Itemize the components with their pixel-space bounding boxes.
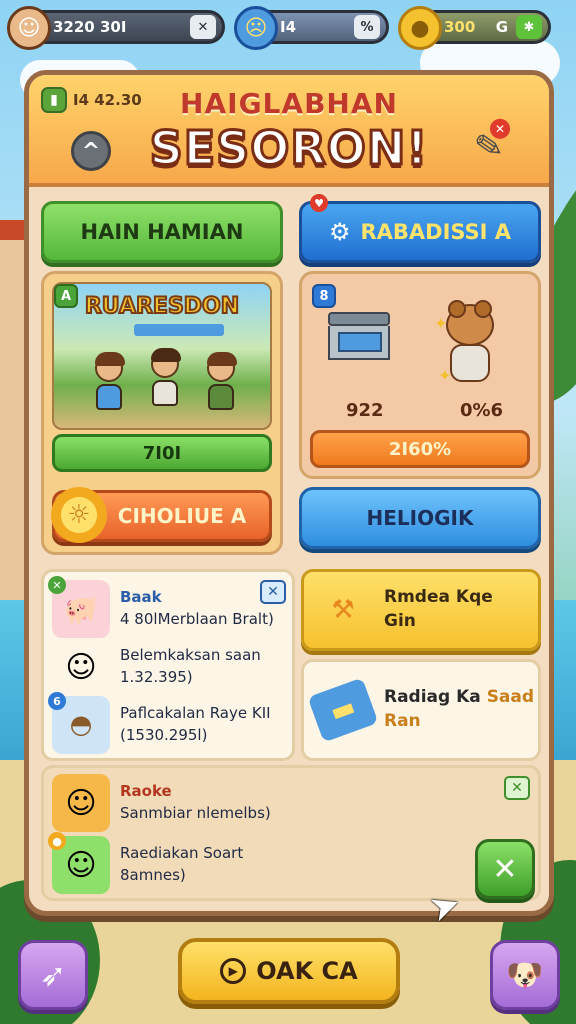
player-avatar-icon: ☺ (7, 6, 51, 50)
list-item[interactable]: ● ☺ Raediakan Soart 8amnes) (48, 832, 244, 894)
poster-title: RUARESDON (84, 293, 240, 320)
player-close-button[interactable]: ✕ (190, 15, 216, 39)
shop-card-right: 8 ✦ ✦ 922 0%6 2I60% (299, 271, 541, 479)
option-hammer-line2: Gin (384, 611, 416, 631)
list-item-title: Raoke (120, 782, 172, 801)
pet-icon[interactable]: 🐶 (490, 940, 560, 1010)
option-tape-accent: Saad (486, 687, 535, 708)
list-item-detail: 4 80lMerblaan Bralt) (120, 610, 274, 628)
sparkle-icon: ✦ (438, 366, 452, 385)
close-icon[interactable]: ✕ (504, 776, 530, 800)
option-tape-line2: Ran (384, 711, 421, 731)
list-item[interactable]: ☺ Belemkaksan saan 1.32.395) (52, 638, 261, 696)
player-value: 3220 30I (53, 18, 127, 36)
panel-header: ▮ I4 42.30 HAIGLABHAN SESORON! ^ ✎ ✕ (29, 75, 549, 187)
shop-progress-bar: 2I60% (310, 430, 530, 468)
quest-list: ✕ ✕ 🐖 Baak 4 80lMerblaan Bralt) ☺ Belemka… (41, 569, 295, 761)
event-poster[interactable]: RUARESDON (52, 282, 272, 430)
option-hammer-line1: Rmdea Kqe (384, 587, 493, 608)
character-face-icon: ☺ (52, 638, 110, 696)
sparkle-icon: ✦ (434, 314, 448, 333)
character-card-icon: ☺ (52, 774, 110, 832)
shop-stall-icon (328, 312, 390, 372)
pig-icon: ✕ 🐖 (48, 576, 110, 638)
energy-pill[interactable]: ☹ I4 % (234, 6, 389, 50)
shop-value-right: 0%6 (460, 400, 504, 421)
option-tape-line1: Radiag Ka (384, 687, 481, 708)
list-item-title: Paflcakalan Raye KII (120, 704, 271, 723)
list-item-title: Belemkaksan saan (120, 646, 261, 665)
main-panel: ▮ I4 42.30 HAIGLABHAN SESORON! ^ ✎ ✕ HAI… (24, 70, 554, 916)
reward-list: ✕ ☺ Raoke Sanmbiar nlemelbs) ● ☺ Raediaka… (41, 765, 541, 901)
character-kid-1 (92, 352, 126, 410)
continue-button[interactable]: ☼ CIHOLIUE A (51, 487, 272, 543)
paper-plane-icon[interactable]: ➶ (18, 940, 88, 1010)
gold-value: 300 (444, 18, 476, 36)
pencil-icon[interactable]: ✎ ✕ (464, 118, 515, 173)
list-item-detail: Sanmbiar nlemelbs) (120, 804, 271, 822)
main-action-label: OAK CA (256, 957, 358, 985)
poster-ribbon (134, 324, 224, 336)
character-card-icon: ● ☺ (48, 832, 110, 894)
confirm-x-button[interactable]: ✕ (475, 839, 535, 899)
list-item[interactable]: ✕ 🐖 Baak 4 80lMerblaan Bralt) (48, 576, 274, 638)
gear-icon: ⚙ (328, 218, 351, 246)
continue-button-label: CIHOLIUE A (117, 504, 247, 528)
play-icon: ▶ (220, 958, 247, 984)
tab-right[interactable]: ♥ ⚙ RABADISSI A (299, 194, 541, 263)
top-resource-bar: ☺ 3220 30I ✕ ☹ I4 % ● 300 G ✱ (7, 6, 566, 50)
card-left-badge: A (54, 284, 78, 308)
hammer-icon: ⚒ (331, 594, 355, 625)
tab-right-label: RABADISSI A (360, 220, 512, 244)
option-hammer[interactable]: ⚒ Rmdea Kqe Gin (301, 569, 541, 651)
option-tape[interactable]: ▬ Radiag Ka Saad Ran (301, 659, 541, 761)
muffin-icon: 6 ◓ (48, 692, 110, 754)
card-right-badge: 8 (312, 284, 336, 308)
gold-pill[interactable]: ● 300 G ✱ (398, 6, 551, 50)
list-item-detail: 8amnes) (120, 866, 186, 884)
energy-button[interactable]: % (354, 15, 380, 39)
list-item-detail: (1530.295l) (120, 726, 208, 744)
tab-left[interactable]: HAIN HAMIAN (41, 201, 283, 263)
energy-value: I4 (280, 18, 297, 36)
shop-value-left: 922 (346, 400, 384, 421)
gold-coin-icon: ● (398, 6, 442, 50)
gold-extra: G (495, 18, 508, 36)
main-action-button[interactable]: ▶ OAK CA (178, 938, 400, 1004)
character-kid-2 (148, 348, 182, 406)
alert-badge-icon: ♥ (310, 194, 328, 212)
event-progress-bar: 7I0I (52, 434, 272, 472)
tape-icon: ▬ (307, 677, 379, 743)
list-item[interactable]: 6 ◓ Paflcakalan Raye KII (1530.295l) (48, 692, 271, 754)
back-arrow-icon[interactable]: ^ (71, 131, 111, 171)
list-item-title: Baak (120, 588, 162, 607)
event-card-left: A RUARESDON 7I0I ☼ CIHOLIUE A (41, 271, 283, 555)
face-coin-icon: ☹ (234, 6, 278, 50)
helper-button[interactable]: HELIOGIK (299, 487, 541, 549)
gold-add-button[interactable]: ✱ (516, 15, 542, 39)
sun-icon: ☼ (51, 487, 107, 543)
close-dot-icon[interactable]: ✕ (490, 118, 511, 139)
character-kid-3 (204, 352, 238, 410)
player-level-pill[interactable]: ☺ 3220 30I ✕ (7, 6, 225, 50)
list-item-detail: 1.32.395) (120, 668, 193, 686)
list-item[interactable]: ☺ Raoke Sanmbiar nlemelbs) (52, 774, 271, 832)
header-subtitle: HAIGLABHAN (180, 87, 398, 120)
list-item-title: Raediakan Soart (120, 844, 244, 863)
